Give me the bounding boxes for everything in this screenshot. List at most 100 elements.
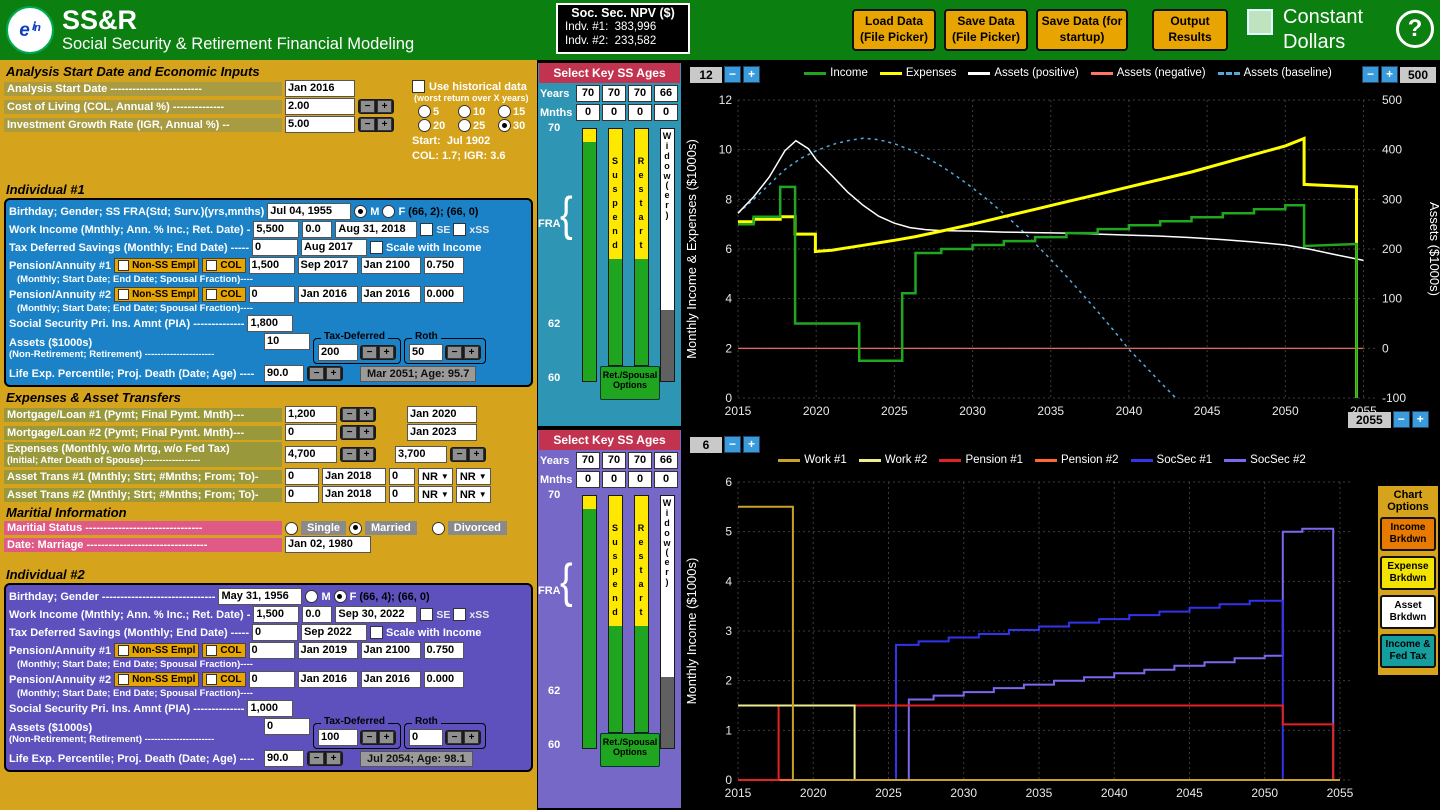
ind2-lifeexp-increment[interactable]: + [326,752,341,765]
col-checkbox[interactable] [206,260,218,271]
ind2-se-checkbox[interactable] [420,608,434,621]
mortgage1-final-date-input[interactable]: Jan 2020 [407,406,477,423]
col-checkbox[interactable] [206,289,218,300]
marital-divorced-radio[interactable] [431,521,445,535]
ind2-taxdeferred-increment[interactable]: + [379,731,394,744]
ind1-lifeexp-input[interactable]: 90.0 [264,365,304,382]
ind2-taxdeferred-decrement[interactable]: − [362,731,377,744]
nonss-checkbox[interactable] [118,674,130,685]
x-max-value[interactable]: 2055 [1348,411,1391,428]
save-data-button[interactable]: Save Data (File Picker) [944,9,1028,51]
ind1-taxdeferred-input[interactable]: 200 [318,344,358,361]
mortgage1-decrement[interactable]: − [342,408,357,421]
ind2-work-monthly-input[interactable]: 1,500 [253,606,300,623]
ind1-pension2-amount-input[interactable]: 0 [248,286,295,303]
y-bottom-max-decrement[interactable]: − [724,436,741,453]
ind1-pension2-col-chip[interactable]: COL [202,287,246,302]
ss1-years-spin-3[interactable]: 70 [628,85,652,102]
asset-trans1-to-select[interactable]: NR ▼ [455,468,491,485]
ss1-years-spin-1[interactable]: 70 [576,85,600,102]
mortgage2-decrement[interactable]: − [342,426,357,439]
ind1-roth-input[interactable]: 50 [409,344,443,361]
asset-trans1-start-input[interactable]: Jan 2018 [322,468,386,485]
mortgage1-input[interactable]: 1,200 [285,406,337,423]
ind1-lifeexp-decrement[interactable]: − [309,367,324,380]
ind2-pension2-start-input[interactable]: Jan 2016 [297,671,358,688]
ind2-assets-nonret-input[interactable]: 0 [264,718,310,735]
analysis-start-date-input[interactable]: Jan 2016 [285,80,355,97]
y-left-max-value[interactable]: 12 [690,66,722,83]
ind2-taxdef-end-input[interactable]: Sep 2022 [300,624,367,641]
ind1-pension1-end-input[interactable]: Jan 2100 [360,257,421,274]
ss1-years-spin-2[interactable]: 70 [602,85,626,102]
ind2-pension1-end-input[interactable]: Jan 2100 [360,642,421,659]
asset-trans2-months-input[interactable]: 0 [389,486,415,503]
asset-trans2-from-select[interactable]: NR ▼ [418,486,453,503]
ind1-pension1-col-chip[interactable]: COL [202,258,246,273]
mortgage2-input[interactable]: 0 [285,424,337,441]
asset-trans2-to-select[interactable]: NR ▼ [455,486,491,503]
ind2-taxdef-monthly-input[interactable]: 0 [251,624,298,641]
hist-25-radio[interactable] [458,119,471,132]
ind1-se-checkbox[interactable] [420,223,434,236]
load-data-button[interactable]: Load Data (File Picker) [852,9,936,51]
expenses-after-decrement[interactable]: − [452,448,467,461]
igr-decrement-button[interactable]: − [360,118,375,131]
hist-5-radio[interactable] [418,105,431,118]
ret-spousal-options-button[interactable]: Ret./Spousal Options [600,733,660,767]
col-increment-button[interactable]: + [377,100,392,113]
ind1-birthday-input[interactable]: Jul 04, 1955 [267,203,352,220]
nonss-checkbox[interactable] [118,289,130,300]
hist-30-radio[interactable] [498,119,511,132]
y-right-max-increment[interactable]: + [1380,66,1398,83]
col-decrement-button[interactable]: − [360,100,375,113]
ss2-mnths-spin-1[interactable]: 0 [576,471,600,488]
ret-spousal-options-button[interactable]: Ret./Spousal Options [600,366,660,400]
ind2-gender-male-radio[interactable] [305,590,319,603]
use-historical-checkbox[interactable] [412,80,425,93]
ind2-pension1-amount-input[interactable]: 0 [248,642,295,659]
ind1-pension2-start-input[interactable]: Jan 2016 [297,286,358,303]
asset-trans1-amount-input[interactable]: 0 [285,468,319,485]
save-data-startup-button[interactable]: Save Data (for startup) [1036,9,1128,51]
marriage-date-input[interactable]: Jan 02, 1980 [285,536,371,553]
col-checkbox[interactable] [206,645,218,656]
ss1-mnths-spin-3[interactable]: 0 [628,104,652,121]
ind2-pension1-fraction-input[interactable]: 0.750 [423,642,464,659]
y-right-max-value[interactable]: 500 [1399,66,1436,83]
nonss-checkbox[interactable] [118,260,130,271]
ind2-taxdeferred-input[interactable]: 100 [318,729,358,746]
hist-20-radio[interactable] [418,119,431,132]
ind1-work-increase-input[interactable]: 0.0 [302,221,333,238]
ind1-taxdeferred-decrement[interactable]: − [362,346,377,359]
igr-increment-button[interactable]: + [377,118,392,131]
ind1-pension1-nonss-chip[interactable]: Non-SS Empl [114,258,200,273]
ind1-assets-nonret-input[interactable]: 10 [264,333,310,350]
ind1-gender-male-radio[interactable] [354,205,368,218]
ss-slider-1[interactable] [581,495,597,749]
ind2-pension2-amount-input[interactable]: 0 [248,671,295,688]
marital-married-radio[interactable] [349,521,363,535]
mortgage2-increment[interactable]: + [359,426,374,439]
ind2-retirement-date-input[interactable]: Sep 30, 2022 [335,606,418,623]
ind2-xss-checkbox[interactable] [453,608,467,621]
ind2-roth-input[interactable]: 0 [409,729,443,746]
ind2-pension1-col-chip[interactable]: COL [202,643,246,658]
ind1-retirement-date-input[interactable]: Aug 31, 2018 [335,221,418,238]
ind1-pension2-nonss-chip[interactable]: Non-SS Empl [114,287,200,302]
ind2-roth-increment[interactable]: + [464,731,479,744]
asset-trans1-from-select[interactable]: NR ▼ [418,468,453,485]
ind1-roth-decrement[interactable]: − [447,346,462,359]
expenses-after-increment[interactable]: + [469,448,484,461]
ind2-pension2-nonss-chip[interactable]: Non-SS Empl [114,672,200,687]
ind2-gender-female-radio[interactable] [333,590,347,603]
mortgage2-final-date-input[interactable]: Jan 2023 [407,424,477,441]
ind1-pension2-end-input[interactable]: Jan 2016 [360,286,421,303]
hist-15-radio[interactable] [498,105,511,118]
income-fed-tax-button[interactable]: Income & Fed Tax [1380,634,1436,668]
x-max-increment[interactable]: + [1411,411,1429,428]
expenses-initial-decrement[interactable]: − [342,448,357,461]
ind1-taxdeferred-increment[interactable]: + [379,346,394,359]
ss-slider-suspend[interactable]: S u s p e n d [607,128,623,366]
ss2-mnths-spin-4[interactable]: 0 [654,471,678,488]
